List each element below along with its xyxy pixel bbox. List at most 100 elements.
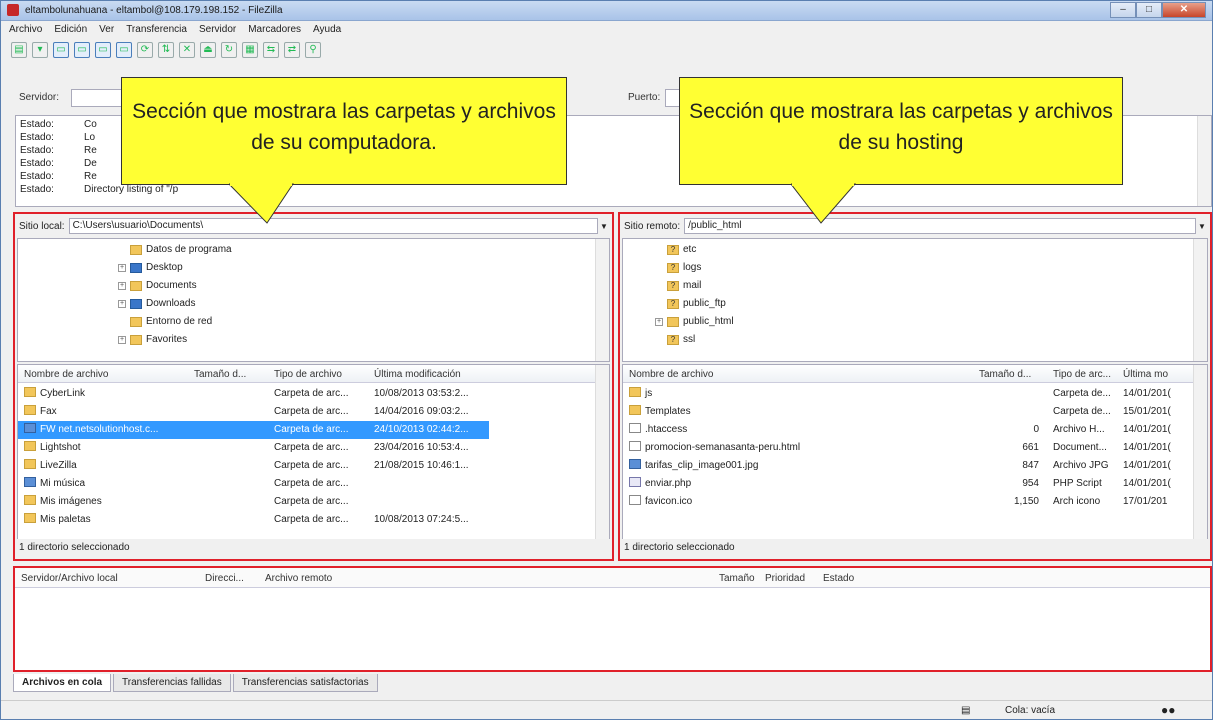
- sync-icon[interactable]: ⇄: [284, 42, 300, 58]
- tab-successful-transfers[interactable]: Transferencias satisfactorias: [232, 674, 378, 692]
- col-remote-file[interactable]: Archivo remoto: [265, 573, 332, 584]
- col-modified[interactable]: Última modificación: [374, 369, 461, 380]
- remote-tree-scrollbar[interactable]: [1193, 239, 1207, 361]
- tab-failed-transfers[interactable]: Transferencias fallidas: [113, 674, 231, 692]
- col-type[interactable]: Tipo de arc...: [1053, 369, 1111, 380]
- table-row[interactable]: Mis paletas Carpeta de arc... 10/08/2013 0…: [18, 511, 609, 529]
- reconnect-icon[interactable]: ↻: [221, 42, 237, 58]
- compare-icon[interactable]: ⇆: [263, 42, 279, 58]
- file-modified: 14/01/201(: [1123, 460, 1171, 471]
- tree-item[interactable]: Datos de programa: [130, 241, 232, 259]
- disconnect-icon[interactable]: ⏏: [200, 42, 216, 58]
- tree-item-label: Favorites: [146, 334, 188, 345]
- col-type[interactable]: Tipo de archivo: [274, 369, 342, 380]
- remote-path-input[interactable]: /public_html: [684, 218, 1196, 234]
- table-row[interactable]: tarifas_clip_image001.jpg 847 Archivo JPG 1…: [623, 457, 1207, 475]
- table-row[interactable]: Mi música Carpeta de arc...: [18, 475, 609, 493]
- expand-icon[interactable]: +: [118, 336, 126, 344]
- tree-item[interactable]: ? public_ftp: [667, 295, 726, 313]
- tree-item[interactable]: + Documents: [118, 277, 197, 295]
- table-row[interactable]: Lightshot Carpeta de arc... 23/04/2016 10:…: [18, 439, 609, 457]
- col-filename[interactable]: Nombre de archivo: [24, 369, 108, 380]
- log-value: Re: [84, 145, 97, 156]
- toggle-local-tree-icon[interactable]: ▭: [74, 42, 90, 58]
- tree-item[interactable]: + Favorites: [118, 331, 187, 349]
- minimize-button[interactable]: –: [1110, 2, 1136, 18]
- col-local-file[interactable]: Servidor/Archivo local: [21, 573, 118, 584]
- local-site-label: Sitio local:: [19, 220, 65, 232]
- table-row[interactable]: promocion-semanasanta-peru.html 661 Docume…: [623, 439, 1207, 457]
- callout-remote: Sección que mostrara las carpetas y arch…: [679, 77, 1123, 185]
- site-manager-icon[interactable]: ▤: [11, 42, 27, 58]
- tree-item[interactable]: ? ssl: [667, 331, 695, 349]
- col-size[interactable]: Tamaño d...: [194, 369, 246, 380]
- tree-item[interactable]: ? etc: [667, 241, 696, 259]
- file-name: enviar.php: [645, 478, 692, 489]
- tree-item[interactable]: + public_html: [655, 313, 734, 331]
- remote-panel: Sitio remoto: /public_html ▼ ? etc ? logs …: [618, 212, 1212, 561]
- col-direction[interactable]: Direcci...: [205, 573, 244, 584]
- toggle-queue-icon[interactable]: ▭: [116, 42, 132, 58]
- toggle-remote-tree-icon[interactable]: ▭: [95, 42, 111, 58]
- close-button[interactable]: ✕: [1162, 2, 1206, 18]
- local-list-scrollbar[interactable]: [595, 365, 609, 551]
- table-row[interactable]: Mis imágenes Carpeta de arc...: [18, 493, 609, 511]
- table-row[interactable]: CyberLink Carpeta de arc... 10/08/2013 03:…: [18, 385, 609, 403]
- search-icon[interactable]: ⚲: [305, 42, 321, 58]
- dropdown-icon[interactable]: ▾: [32, 42, 48, 58]
- table-row[interactable]: .htaccess 0 Archivo H... 14/01/201(: [623, 421, 1207, 439]
- col-size[interactable]: Tamaño d...: [979, 369, 1031, 380]
- process-queue-icon[interactable]: ⇅: [158, 42, 174, 58]
- file-size: 847: [1022, 460, 1039, 471]
- expand-icon[interactable]: +: [118, 300, 126, 308]
- file-type: Carpeta de arc...: [274, 442, 349, 453]
- expand-icon[interactable]: +: [118, 264, 126, 272]
- menu-servidor[interactable]: Servidor: [199, 22, 236, 38]
- file-name: Mis paletas: [40, 514, 91, 525]
- refresh-icon[interactable]: ⟳: [137, 42, 153, 58]
- downloads-folder-icon: [130, 299, 142, 309]
- table-row[interactable]: LiveZilla Carpeta de arc... 21/08/2015 10:…: [18, 457, 609, 475]
- expand-icon[interactable]: +: [118, 282, 126, 290]
- table-row[interactable]: enviar.php 954 PHP Script 14/01/201(: [623, 475, 1207, 493]
- local-path-input[interactable]: C:\Users\usuario\Documents\: [68, 218, 598, 234]
- tree-item[interactable]: + Desktop: [118, 259, 183, 277]
- tab-queued-files[interactable]: Archivos en cola: [13, 674, 112, 692]
- local-tree-scrollbar[interactable]: [595, 239, 609, 361]
- tree-item[interactable]: Entorno de red: [130, 313, 212, 331]
- expand-icon[interactable]: +: [655, 318, 663, 326]
- menu-transferencia[interactable]: Transferencia: [126, 22, 187, 38]
- table-row[interactable]: Templates Carpeta de... 15/01/201(: [623, 403, 1207, 421]
- col-size[interactable]: Tamaño: [719, 573, 755, 584]
- col-filename[interactable]: Nombre de archivo: [629, 369, 713, 380]
- maximize-button[interactable]: □: [1136, 2, 1162, 18]
- chevron-down-icon[interactable]: ▼: [1196, 222, 1208, 231]
- menu-marcadores[interactable]: Marcadores: [248, 22, 301, 38]
- remote-list-scrollbar[interactable]: [1193, 365, 1207, 551]
- window-title: eltambolunahuana - eltambol@108.179.198.…: [25, 5, 283, 16]
- tree-item[interactable]: ? logs: [667, 259, 701, 277]
- folder-icon: [629, 405, 641, 415]
- log-scrollbar[interactable]: [1197, 116, 1211, 206]
- menu-edicion[interactable]: Edición: [54, 22, 87, 38]
- col-status[interactable]: Estado: [823, 573, 854, 584]
- menu-ayuda[interactable]: Ayuda: [313, 22, 341, 38]
- col-modified[interactable]: Última mo: [1123, 369, 1168, 380]
- table-row-selected[interactable]: FW net.netsolutionhost.c... Carpeta de ar…: [18, 421, 489, 439]
- tree-item[interactable]: + Downloads: [118, 295, 195, 313]
- table-row[interactable]: favicon.ico 1,150 Arch icono 17/01/201: [623, 493, 1207, 511]
- menu-ver[interactable]: Ver: [99, 22, 114, 38]
- filter-icon[interactable]: ▦: [242, 42, 258, 58]
- tree-item[interactable]: ? mail: [667, 277, 701, 295]
- chevron-down-icon[interactable]: ▼: [598, 222, 610, 231]
- log-row: Estado: Co: [20, 119, 97, 131]
- toggle-log-icon[interactable]: ▭: [53, 42, 69, 58]
- menu-archivo[interactable]: Archivo: [9, 22, 42, 38]
- cancel-icon[interactable]: ✕: [179, 42, 195, 58]
- file-icon: [629, 495, 641, 505]
- table-row[interactable]: js Carpeta de... 14/01/201(: [623, 385, 1207, 403]
- queue-status: Cola: vacía: [1005, 705, 1056, 716]
- col-priority[interactable]: Prioridad: [765, 573, 805, 584]
- remote-tree: ? etc ? logs ? mail ? public_ftp + public_htm…: [622, 238, 1208, 362]
- table-row[interactable]: Fax Carpeta de arc... 14/04/2016 09:03:2..…: [18, 403, 609, 421]
